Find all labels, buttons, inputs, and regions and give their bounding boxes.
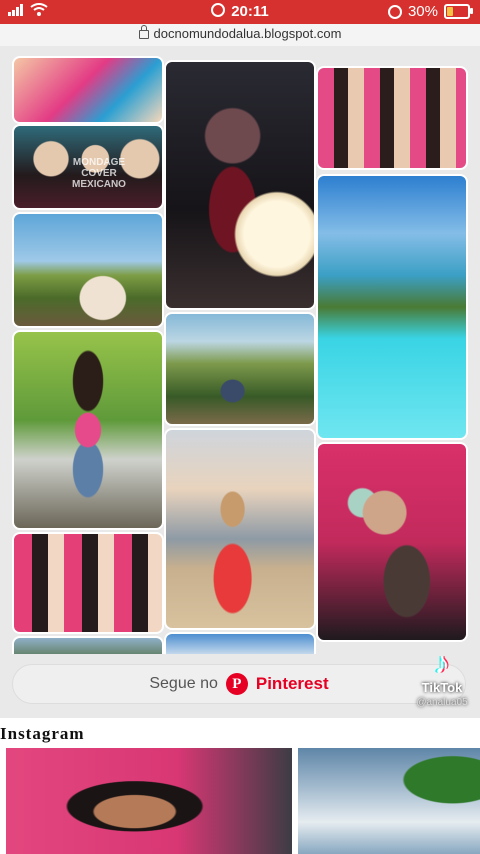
pin-image[interactable] bbox=[164, 428, 316, 630]
battery-fill bbox=[447, 7, 453, 16]
pin-image[interactable] bbox=[12, 56, 164, 124]
follow-label: Segue no bbox=[149, 675, 218, 692]
url-text: docnomundodalua.blogspot.com bbox=[153, 26, 342, 41]
tiktok-name: TikTok bbox=[421, 680, 463, 695]
pin-caption: MONDAGE COVER MEXICANO bbox=[72, 157, 126, 190]
instagram-post-image[interactable] bbox=[298, 748, 480, 854]
orientation-lock-icon bbox=[387, 4, 402, 19]
pin-image[interactable] bbox=[12, 532, 164, 634]
instagram-section-title: Instagram bbox=[0, 724, 85, 743]
pin-image[interactable] bbox=[12, 636, 164, 654]
clock-time: 20:11 bbox=[231, 3, 269, 20]
follow-pinterest-button[interactable]: Segue no P Pinterest bbox=[12, 664, 466, 704]
status-bar: 20:11 30% bbox=[0, 0, 480, 24]
instagram-post-image[interactable] bbox=[6, 748, 292, 854]
url-bar[interactable]: docnomundodalua.blogspot.com bbox=[0, 24, 480, 46]
pin-image[interactable] bbox=[12, 212, 164, 328]
alarm-icon bbox=[211, 3, 226, 17]
pin-image[interactable] bbox=[164, 632, 316, 654]
pin-image[interactable] bbox=[164, 60, 316, 310]
battery-percent: 30% bbox=[407, 3, 438, 20]
pin-image[interactable] bbox=[316, 442, 468, 642]
lock-icon bbox=[138, 25, 149, 39]
pin-image[interactable]: MONDAGE COVER MEXICANO bbox=[12, 124, 164, 210]
tiktok-watermark: ♪ TikTok @analua05 bbox=[412, 647, 472, 709]
pinterest-brand: Pinterest bbox=[255, 674, 329, 693]
tiktok-logo-icon: ♪ bbox=[434, 647, 450, 680]
tiktok-username: @analua05 bbox=[416, 697, 468, 708]
pinterest-logo-icon: P bbox=[225, 673, 248, 695]
pin-image[interactable] bbox=[164, 312, 316, 426]
pin-image[interactable] bbox=[12, 330, 164, 530]
battery-icon bbox=[444, 4, 473, 19]
pin-image[interactable] bbox=[316, 66, 468, 170]
pin-board[interactable]: MONDAGE COVER MEXICANO bbox=[8, 46, 472, 654]
pin-image[interactable] bbox=[316, 174, 468, 440]
